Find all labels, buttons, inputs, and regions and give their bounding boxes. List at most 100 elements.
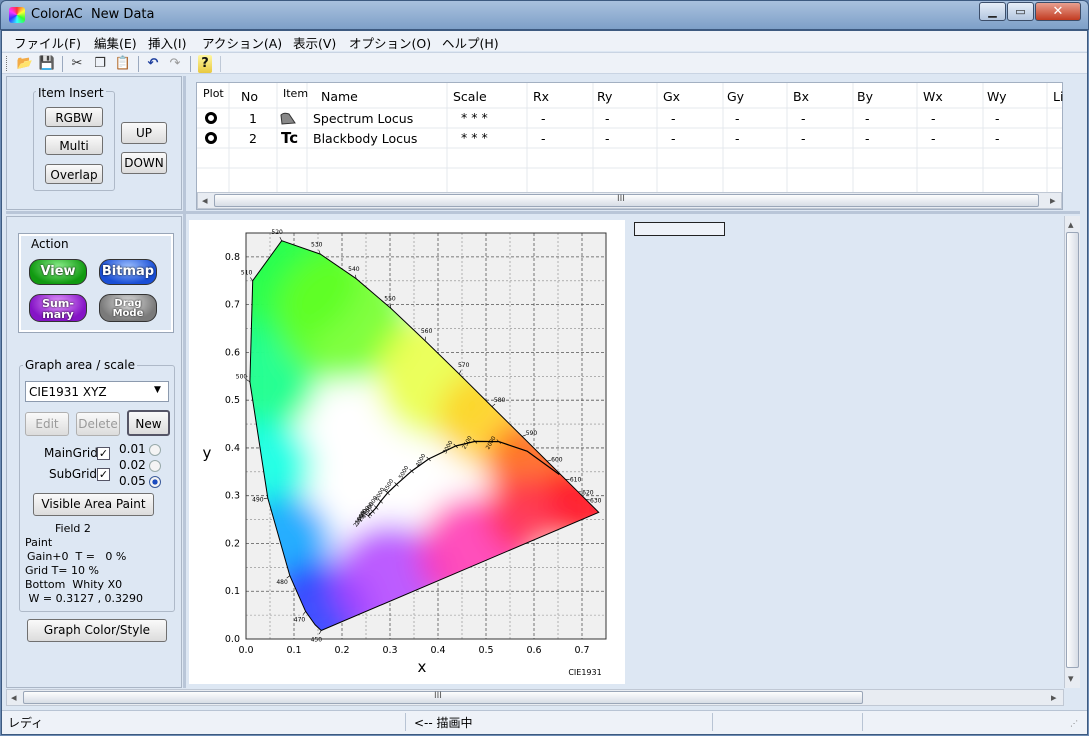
column-header-item[interactable]: Item [283,87,308,100]
plot-toggle-icon[interactable] [205,112,217,124]
grid-radio-005[interactable] [149,476,161,488]
down-button[interactable]: DOWN [121,152,167,174]
up-button[interactable]: UP [121,122,167,144]
column-header-plot[interactable]: Plot [203,87,224,100]
menu-bar: ファイル(F) 編集(E) 挿入(I) アクション(A) 表示(V) オプション… [2,31,1087,51]
table-row[interactable]: 2 Tc Blackbody Locus * * * - - - - - - -… [197,129,1062,148]
rgbw-button[interactable]: RGBW [45,107,103,127]
cie-chromaticity-chart[interactable]: 4504704804905005105205305405505605705805… [189,220,625,684]
spectrum-locus-icon [280,112,296,125]
horizontal-splitter[interactable] [6,211,1080,214]
overlap-button[interactable]: Overlap [45,164,103,184]
toolbar-separator [138,56,139,72]
column-header-rx[interactable]: Rx [533,89,549,104]
chevron-down-icon[interactable]: ▼ [154,385,161,395]
graph-scale-dropdown[interactable]: CIE1931 XYZ ▼ [25,381,169,402]
column-header-by[interactable]: By [857,89,873,104]
column-header-bx[interactable]: Bx [793,89,809,104]
horizontal-scroll-thumb[interactable]: III [23,691,863,704]
visible-area-paint-button[interactable]: Visible Area Paint [33,493,154,516]
scroll-right-arrow-icon[interactable]: ▸ [1050,194,1056,207]
graph-horizontal-scrollbar[interactable]: ◂ III ▸ [6,689,1064,706]
status-drawing: <-- 描画中 [414,716,473,730]
vertical-scroll-thumb[interactable] [1066,232,1079,668]
grid-radio-001[interactable] [149,444,161,456]
column-header-gx[interactable]: Gx [663,89,680,104]
x-tick-label: 0.2 [334,645,349,656]
row-name: Spectrum Locus [313,111,414,126]
y-tick-label: 0.7 [225,300,240,311]
title-bar[interactable]: ColorAC New Data ▁ ▭ ✕ [0,0,1089,30]
main-grid-label: MainGrid [44,446,98,460]
edit-button[interactable]: Edit [25,412,69,436]
vertical-splitter[interactable] [183,76,186,688]
column-header-name[interactable]: Name [321,89,358,104]
scroll-left-arrow-icon[interactable]: ◂ [202,194,208,207]
column-header-li[interactable]: Li [1053,89,1063,104]
sub-grid-label: SubGrid [49,467,98,481]
menu-options[interactable]: オプション(O) [349,33,431,52]
scroll-right-arrow-icon[interactable]: ▸ [1051,691,1057,704]
help-icon[interactable]: ? [198,55,212,73]
toolbar-grip[interactable] [6,56,9,71]
menu-edit[interactable]: 編集(E) [94,33,137,52]
redo-icon[interactable]: ↷ [166,55,184,73]
table-row[interactable]: 1 Spectrum Locus * * * - - - - - - - - [197,109,1062,128]
resize-grip-icon[interactable]: ⋰ [1070,719,1078,728]
wavelength-label: 600 [551,457,563,464]
x-tick-label: 0.4 [430,645,445,656]
grid-radio-002[interactable] [149,460,161,472]
column-header-wx[interactable]: Wx [923,89,943,104]
x-tick-label: 0.3 [382,645,397,656]
multi-button[interactable]: Multi [45,135,103,155]
wavelength-label: 590 [526,430,538,437]
column-header-ry[interactable]: Ry [597,89,612,104]
column-header-wy[interactable]: Wy [987,89,1007,104]
new-button[interactable]: New [127,410,170,436]
y-tick-label: 0.5 [225,395,240,406]
summary-button[interactable]: Sum- mary [29,294,87,322]
menu-insert[interactable]: 挿入(I) [148,33,186,52]
menu-help[interactable]: ヘルプ(H) [442,33,499,52]
wavelength-label: 610 [570,476,582,483]
graph-scale-value: CIE1931 XYZ [29,385,107,399]
wavelength-label: 620 [582,489,594,496]
scroll-up-arrow-icon[interactable]: ▴ [1068,218,1074,231]
wavelength-label: 520 [271,229,283,236]
menu-view[interactable]: 表示(V) [293,33,336,52]
bitmap-button[interactable]: Bitmap [99,259,157,285]
delete-button[interactable]: Delete [76,412,120,436]
open-folder-icon[interactable]: 📂 [16,55,34,73]
menu-file[interactable]: ファイル(F) [14,33,81,52]
graph-vertical-scrollbar[interactable]: ▴ ▾ [1064,216,1080,688]
view-button[interactable]: View [29,259,87,285]
drag-mode-button[interactable]: Drag Mode [99,294,157,322]
grid-option-label: 0.02 [119,458,146,472]
y-tick-label: 0.0 [225,634,240,645]
maximize-button[interactable]: ▭ [1007,2,1034,21]
app-icon[interactable] [9,7,25,23]
menu-action[interactable]: アクション(A) [202,33,282,52]
graph-area-title: Graph area / scale [23,358,137,372]
table-scroll-thumb[interactable]: III [214,194,1039,207]
undo-icon[interactable]: ↶ [144,55,162,73]
plot-toggle-icon[interactable] [205,132,217,144]
paste-icon[interactable]: 📋 [114,55,132,73]
main-grid-checkbox[interactable]: ✓ [97,447,110,460]
sub-grid-checkbox[interactable]: ✓ [97,468,110,481]
save-icon[interactable]: 💾 [38,55,56,73]
cut-icon[interactable]: ✂ [68,55,86,73]
row-wx: - [931,131,936,146]
minimize-button[interactable]: ▁ [979,2,1006,21]
column-header-no[interactable]: No [241,89,258,104]
info-field: Field 2 [55,522,91,535]
column-header-gy[interactable]: Gy [727,89,744,104]
table-horizontal-scrollbar[interactable]: ◂ III ▸ [197,192,1062,209]
graph-color-style-button[interactable]: Graph Color/Style [27,619,167,642]
scroll-left-arrow-icon[interactable]: ◂ [11,691,17,704]
close-button[interactable]: ✕ [1035,2,1081,21]
scroll-down-arrow-icon[interactable]: ▾ [1068,672,1074,685]
copy-icon[interactable]: ❐ [91,55,109,73]
row-gx: - [671,131,676,146]
column-header-scale[interactable]: Scale [453,89,487,104]
